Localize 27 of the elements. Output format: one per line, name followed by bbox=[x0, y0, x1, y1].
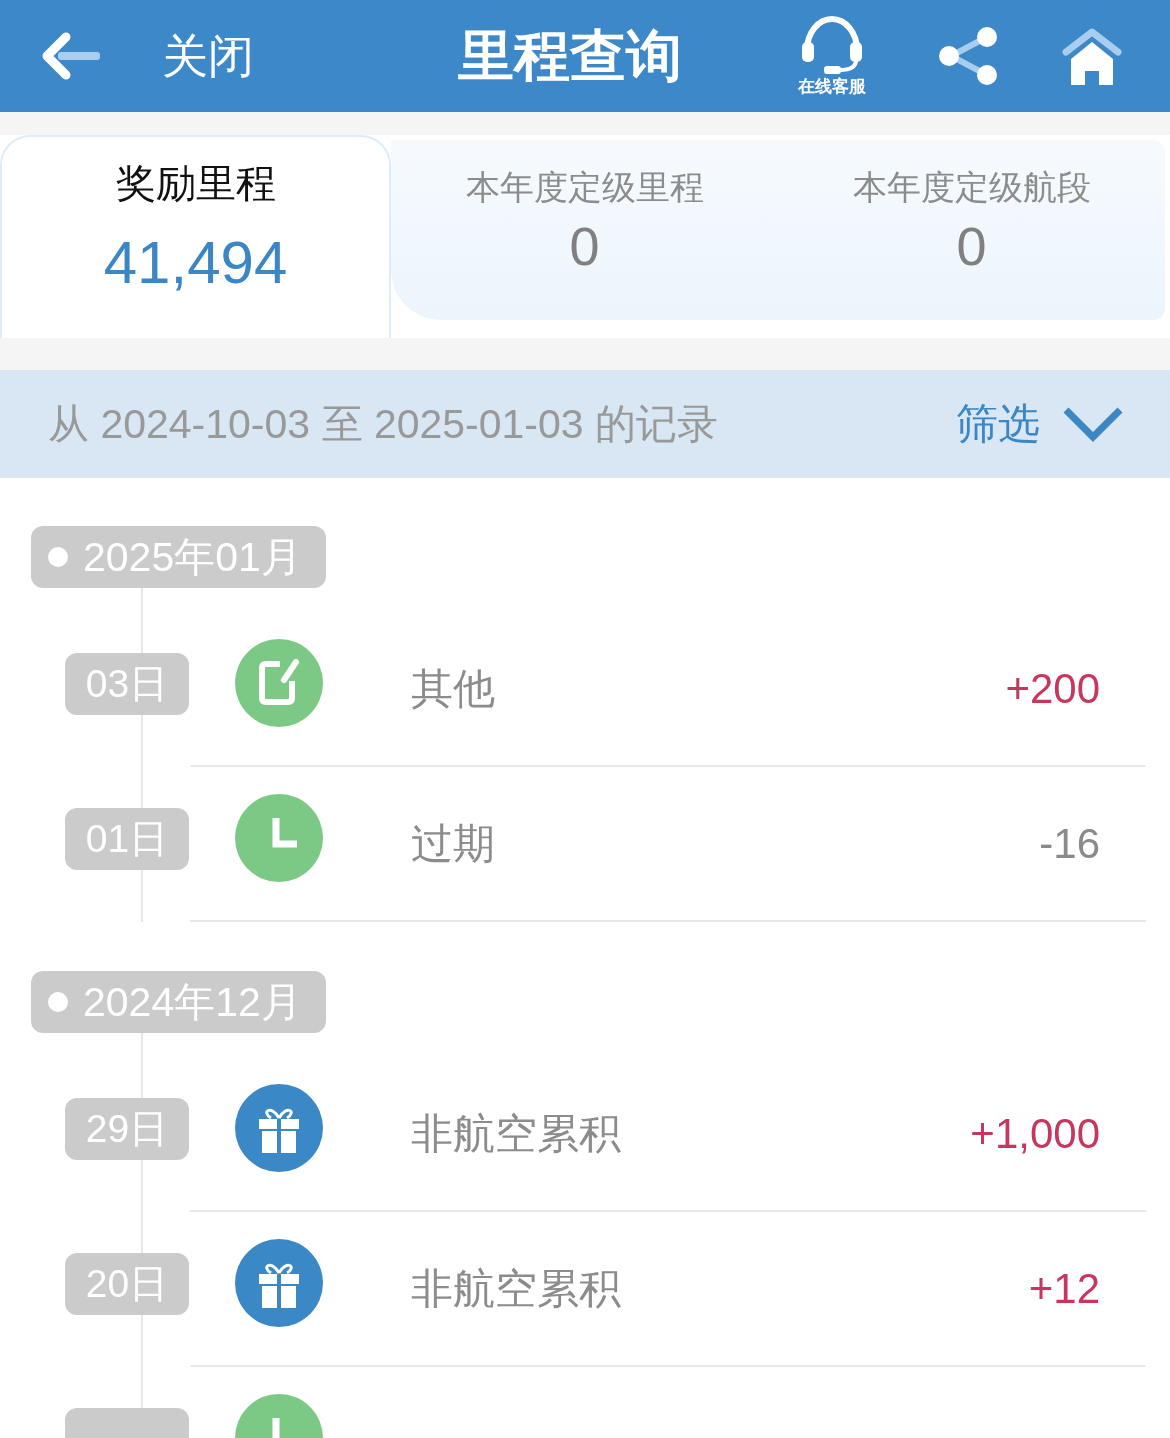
filter-button[interactable]: 筛选 bbox=[956, 399, 1124, 449]
share-icon[interactable] bbox=[938, 26, 998, 86]
dot-icon bbox=[48, 547, 68, 567]
gift-icon bbox=[235, 1083, 323, 1172]
back-icon[interactable] bbox=[40, 32, 100, 80]
dot-icon bbox=[48, 992, 68, 1012]
page-title: 里程查询 bbox=[457, 23, 683, 89]
clock-icon bbox=[235, 793, 323, 882]
entry-label: 过期 bbox=[411, 818, 495, 869]
mileage-tab[interactable]: 本年度定级里程 0 bbox=[391, 140, 778, 320]
home-icon[interactable] bbox=[1061, 27, 1123, 85]
gift-icon bbox=[235, 1238, 323, 1327]
customer-service-button[interactable]: 在线客服 bbox=[792, 14, 872, 98]
close-button[interactable]: 关闭 bbox=[162, 28, 272, 84]
entry-label: 非航空累积 bbox=[411, 1108, 621, 1159]
entry-amount: +200 bbox=[1005, 663, 1100, 714]
entry-label: 非航空累积 bbox=[411, 1263, 621, 1314]
entry-amount: +12 bbox=[1028, 1263, 1100, 1314]
entry-label: 其他 bbox=[411, 663, 495, 714]
headset-icon bbox=[800, 14, 864, 74]
entry-amount: +1,000 bbox=[970, 1108, 1100, 1159]
note-icon bbox=[235, 638, 323, 727]
chevron-down-icon bbox=[1062, 406, 1124, 442]
mileage-tab[interactable]: 本年度定级航段 0 bbox=[778, 140, 1165, 320]
mileage-tab[interactable]: 奖励里程 41,494 bbox=[0, 135, 391, 338]
date-range-text: 从 2024-10-03 至 2025-01-03 的记录 bbox=[48, 400, 718, 449]
entry-amount: -16 bbox=[1039, 818, 1100, 869]
